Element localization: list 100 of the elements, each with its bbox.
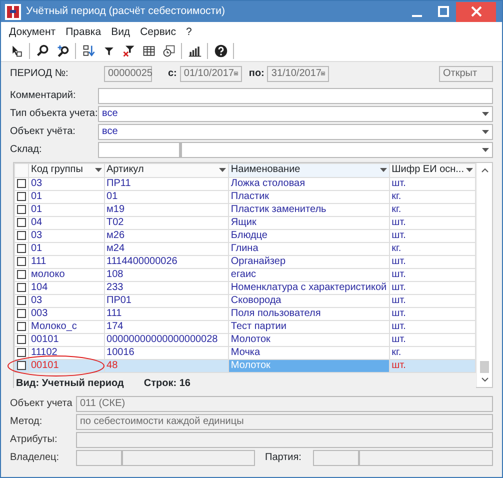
field-label: Владелец: — [10, 451, 60, 466]
period-number-field[interactable]: 00000025 — [104, 66, 152, 82]
column-header[interactable]: Код группы — [28, 163, 104, 178]
readonly-field: 011 (СКЕ) — [76, 396, 493, 412]
dropdown-caret-icon[interactable] — [94, 168, 102, 172]
column-header[interactable]: Наименование — [228, 163, 390, 178]
field-label: Партия: — [265, 451, 302, 466]
table-cell: егаис — [228, 268, 390, 282]
field-label: Объект учета — [10, 397, 74, 412]
field-value: все — [102, 107, 118, 122]
input-field[interactable] — [98, 142, 180, 158]
table-cell: шт. — [389, 255, 476, 268]
table-cell: 03 — [28, 294, 104, 308]
table-icon — [142, 44, 156, 58]
table-cell: 108 — [104, 268, 228, 282]
table-cell: 111 — [104, 307, 228, 320]
menu-item[interactable]: Правка — [66, 25, 102, 41]
search-plus-icon — [56, 44, 70, 58]
table-cell: 01 — [28, 203, 104, 216]
checkbox[interactable] — [17, 322, 26, 332]
column-header[interactable]: Артикул — [104, 163, 228, 178]
table-cell: шт. — [389, 294, 476, 308]
checkbox[interactable] — [17, 205, 26, 214]
table-cell: шт. — [389, 359, 476, 372]
readonly-field — [76, 450, 122, 466]
field-label: Комментарий: — [10, 89, 77, 104]
readonly-field — [313, 450, 360, 466]
checkbox[interactable] — [17, 270, 26, 280]
checkbox[interactable] — [17, 309, 26, 318]
table-cell: Ложка столовая — [228, 177, 390, 190]
table-cell: м19 — [104, 203, 228, 216]
calendar-icon[interactable] — [321, 69, 326, 78]
app-logo-icon — [5, 4, 21, 20]
table-cell: 04 — [28, 216, 104, 230]
table-cell: Сковорода — [228, 294, 390, 308]
field-label: Метод: — [10, 415, 44, 430]
dropdown-field[interactable] — [180, 142, 493, 158]
table-cell: кг. — [389, 242, 476, 256]
table-cell: 03 — [28, 177, 104, 190]
field-label: Атрибуты: — [10, 433, 58, 448]
table-cell: 003 — [28, 307, 104, 320]
dropdown-caret-icon[interactable] — [466, 168, 473, 172]
calendar-icon[interactable] — [234, 69, 238, 78]
table-cell: шт. — [389, 281, 476, 294]
dropdown-caret-icon[interactable] — [482, 130, 489, 134]
menu-item[interactable]: Вид — [111, 25, 130, 41]
dropdown-caret-icon[interactable] — [482, 148, 489, 152]
checkbox[interactable] — [17, 335, 26, 344]
dropdown-field[interactable]: все — [98, 124, 493, 140]
column-header[interactable]: Шифр ЕИ осн... — [389, 163, 476, 178]
checkbox[interactable] — [17, 296, 26, 306]
table-cell: м26 — [104, 229, 228, 242]
dropdown-field[interactable]: все — [98, 106, 493, 122]
header-label: Артикул — [106, 164, 144, 176]
checkbox[interactable] — [17, 192, 26, 202]
table-cell: 233 — [104, 281, 228, 294]
field-label: ПЕРИОД №: — [10, 67, 70, 82]
table-cell: Т02 — [104, 216, 228, 230]
table-cell: шт. — [389, 307, 476, 320]
table-cell: ПР01 — [104, 294, 228, 308]
date-field[interactable]: 31/10/2017 — [267, 66, 330, 82]
table-cell: 1114400000026 — [104, 255, 228, 268]
close-button[interactable] — [456, 2, 496, 22]
menu-item[interactable]: Сервис — [140, 25, 176, 41]
clear-filter-icon — [122, 44, 136, 58]
input-field[interactable] — [98, 88, 493, 104]
checkbox[interactable] — [17, 257, 26, 266]
table-cell: 174 — [104, 320, 228, 334]
scrollbar[interactable] — [476, 162, 492, 387]
table-cell: шт. — [389, 229, 476, 242]
checkbox[interactable] — [17, 218, 26, 228]
field-value: все — [102, 125, 118, 140]
table-cell: 11102 — [28, 346, 104, 360]
checkbox[interactable] — [17, 361, 26, 370]
dropdown-caret-icon[interactable] — [482, 112, 489, 116]
dropdown-caret-icon[interactable] — [380, 168, 387, 172]
dropdown-caret-icon[interactable] — [218, 168, 226, 172]
scroll-down-icon[interactable] — [480, 376, 488, 383]
table-cell: шт. — [389, 216, 476, 230]
table-cell: Молоток — [228, 359, 390, 372]
scroll-up-icon[interactable] — [480, 166, 488, 173]
table-cell: 48 — [104, 359, 228, 372]
header-label: Наименование — [230, 164, 300, 176]
checkbox[interactable] — [17, 244, 26, 254]
readonly-field: по себестоимости каждой единицы — [76, 414, 493, 430]
menu-item[interactable]: Документ — [9, 25, 56, 41]
date-field[interactable]: 01/10/2017 — [180, 66, 242, 82]
table-cell: шт. — [389, 320, 476, 334]
date-value: 01/10/2017 — [184, 67, 234, 82]
row-count: Строк: 16 — [144, 376, 190, 391]
menu-item[interactable]: ? — [186, 25, 192, 41]
pointer-icon — [10, 44, 24, 58]
checkbox[interactable] — [17, 231, 26, 240]
checkbox[interactable] — [17, 348, 26, 358]
checkbox[interactable] — [17, 283, 26, 292]
checkbox[interactable] — [17, 179, 26, 188]
scroll-thumb[interactable] — [480, 360, 489, 373]
table-cell: молоко — [28, 268, 104, 282]
header-label: Код группы — [31, 164, 83, 176]
table-cell: Тест партии — [228, 320, 390, 334]
